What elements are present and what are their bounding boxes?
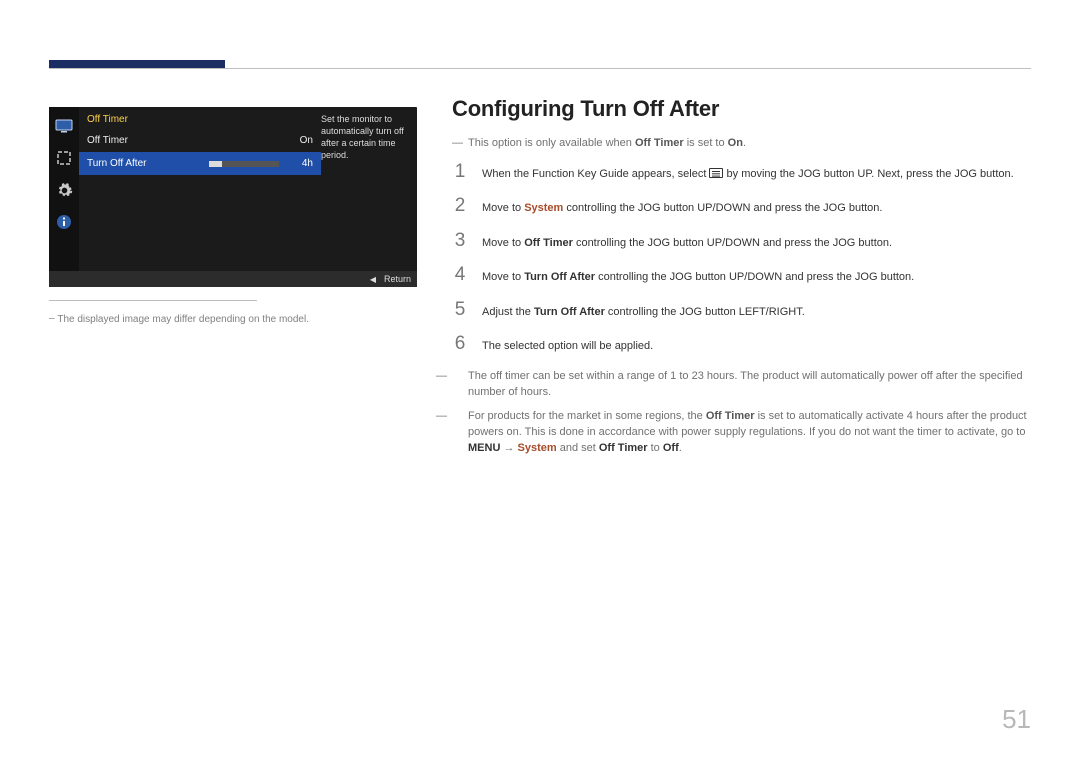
osd-panel: Off Timer Off Timer On Turn Off After 4h… bbox=[49, 107, 417, 287]
osd-help-text: Set the monitor to automatically turn of… bbox=[321, 113, 413, 173]
arrow-icon: → bbox=[500, 442, 517, 454]
osd-row-label: Turn Off After bbox=[87, 158, 209, 169]
osd-menu-row-selected[interactable]: Turn Off After 4h bbox=[79, 152, 321, 175]
divider bbox=[49, 300, 257, 301]
footnote: ―For products for the market in some reg… bbox=[452, 409, 1031, 457]
osd-bottom-bar: ◀ Return bbox=[49, 271, 417, 287]
dash-icon: ― bbox=[452, 136, 468, 152]
step-item: 5 Adjust the Turn Off After controlling … bbox=[452, 300, 1031, 321]
step-item: 2 Move to System controlling the JOG but… bbox=[452, 196, 1031, 217]
osd-row-label: Off Timer bbox=[87, 135, 287, 146]
manual-page: Off Timer Off Timer On Turn Off After 4h… bbox=[0, 0, 1080, 763]
step-text: Move to Turn Off After controlling the J… bbox=[482, 265, 914, 286]
header-rule bbox=[49, 68, 1031, 69]
osd-return-label[interactable]: Return bbox=[384, 274, 411, 284]
step-number: 2 bbox=[452, 196, 468, 215]
osd-row-value: On bbox=[287, 135, 313, 146]
osd-row-value: 4h bbox=[287, 158, 313, 169]
page-number: 51 bbox=[1002, 704, 1031, 735]
step-item: 4 Move to Turn Off After controlling the… bbox=[452, 265, 1031, 286]
steps-list: 1 When the Function Key Guide appears, s… bbox=[452, 162, 1031, 355]
intro-note: ―This option is only available when Off … bbox=[452, 136, 1031, 152]
footnotes: ―The off timer can be set within a range… bbox=[452, 369, 1031, 457]
step-number: 1 bbox=[452, 162, 468, 181]
step-text: Move to System controlling the JOG butto… bbox=[482, 196, 882, 217]
dash-icon: ― bbox=[452, 369, 468, 385]
step-number: 4 bbox=[452, 265, 468, 284]
step-number: 5 bbox=[452, 300, 468, 319]
page-title: Configuring Turn Off After bbox=[452, 96, 1031, 122]
step-item: 6 The selected option will be applied. bbox=[452, 334, 1031, 355]
step-number: 6 bbox=[452, 334, 468, 353]
content-column: Configuring Turn Off After ―This option … bbox=[452, 96, 1031, 465]
dash-icon: ― bbox=[452, 409, 468, 425]
osd-slider[interactable] bbox=[209, 161, 279, 167]
osd-menu-row[interactable]: Off Timer On bbox=[79, 129, 321, 152]
menu-icon bbox=[709, 168, 723, 178]
back-triangle-icon: ◀ bbox=[370, 275, 376, 284]
step-number: 3 bbox=[452, 231, 468, 250]
gear-icon bbox=[53, 179, 75, 201]
step-text: When the Function Key Guide appears, sel… bbox=[482, 162, 1014, 183]
osd-slider-fill bbox=[209, 161, 222, 167]
step-text: Adjust the Turn Off After controlling th… bbox=[482, 300, 805, 321]
step-item: 3 Move to Off Timer controlling the JOG … bbox=[452, 231, 1031, 252]
info-icon bbox=[53, 211, 75, 233]
osd-menu-title: Off Timer bbox=[79, 107, 321, 129]
step-text: Move to Off Timer controlling the JOG bu… bbox=[482, 231, 892, 252]
step-item: 1 When the Function Key Guide appears, s… bbox=[452, 162, 1031, 183]
osd-footnote: The displayed image may differ depending… bbox=[49, 313, 309, 325]
osd-menu-list: Off Timer Off Timer On Turn Off After 4h bbox=[79, 107, 321, 287]
header-accent-bar bbox=[49, 60, 225, 68]
monitor-icon bbox=[53, 115, 75, 137]
step-text: The selected option will be applied. bbox=[482, 334, 653, 355]
footnote: ―The off timer can be set within a range… bbox=[452, 369, 1031, 401]
osd-sidebar bbox=[49, 107, 79, 287]
frame-icon bbox=[53, 147, 75, 169]
